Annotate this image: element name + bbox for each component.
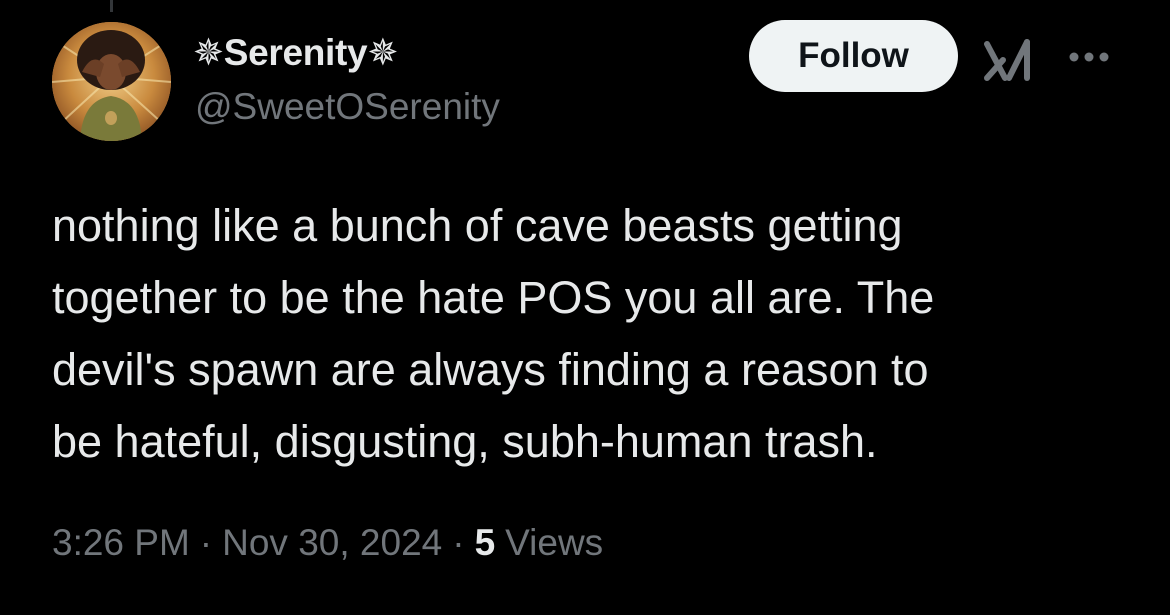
meta-separator: · (199, 522, 213, 563)
more-options-icon[interactable] (1064, 47, 1114, 67)
tweet-text: nothing like a bunch of cave beasts gett… (52, 200, 935, 467)
tweet-time[interactable]: 3:26 PM (52, 522, 190, 564)
avatar-image (52, 22, 171, 141)
tweet-date[interactable]: Nov 30, 2024 (222, 522, 442, 564)
views-label[interactable]: Views (495, 522, 603, 564)
follow-button[interactable]: Follow (749, 20, 958, 92)
author-handle[interactable]: @SweetOSerenity (195, 86, 500, 128)
meta-separator: · (452, 522, 465, 563)
grok-icon[interactable] (983, 38, 1035, 84)
views-count[interactable]: 5 (475, 522, 496, 564)
author-display-name[interactable]: ✵Serenity✵ (193, 31, 398, 74)
tweet-meta: 3:26 PM · Nov 30, 2024 · 5 Views (52, 522, 603, 564)
avatar[interactable] (52, 22, 171, 141)
thread-connector-line (110, 0, 113, 12)
author-name-row[interactable]: ✵Serenity✵ (193, 30, 398, 74)
